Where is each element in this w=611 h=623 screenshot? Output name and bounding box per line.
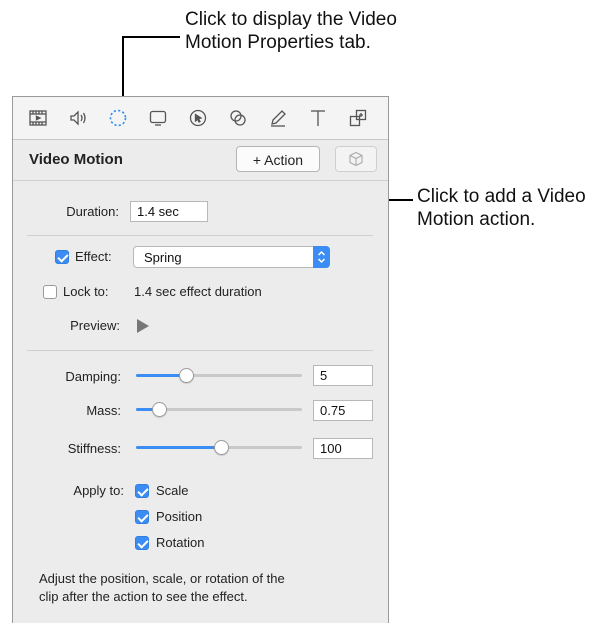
apply-to-label: Apply to: bbox=[73, 483, 124, 498]
mass-label: Mass: bbox=[86, 403, 121, 418]
help-note-line2: clip after the action to see the effect. bbox=[39, 589, 248, 604]
add-action-button[interactable]: + Action bbox=[236, 146, 320, 172]
help-note: Adjust the position, scale, or rotation … bbox=[39, 570, 359, 606]
slider-knob[interactable] bbox=[152, 402, 168, 417]
slider-knob[interactable] bbox=[213, 440, 229, 455]
preview-label: Preview: bbox=[70, 318, 120, 333]
annotation-icon[interactable] bbox=[267, 107, 289, 129]
callout-line-top-vertical bbox=[122, 36, 124, 100]
rotation-checkbox[interactable] bbox=[135, 536, 149, 550]
panel-header: Video Motion + Action bbox=[13, 140, 388, 181]
callout-properties-tab: Click to display the Video Motion Proper… bbox=[185, 8, 485, 54]
damping-field[interactable]: 5 bbox=[313, 365, 373, 386]
lock-to-checkbox[interactable] bbox=[43, 285, 57, 299]
duration-label: Duration: bbox=[66, 204, 119, 219]
cube-button[interactable] bbox=[335, 146, 377, 172]
position-checkbox[interactable] bbox=[135, 510, 149, 524]
damping-label: Damping: bbox=[65, 369, 121, 384]
divider bbox=[27, 350, 373, 351]
effect-select-value: Spring bbox=[144, 250, 182, 265]
behaviors-icon[interactable] bbox=[347, 107, 369, 129]
mass-slider[interactable] bbox=[136, 401, 302, 419]
visual-effects-icon[interactable] bbox=[227, 107, 249, 129]
cursor-icon[interactable] bbox=[187, 107, 209, 129]
properties-toolbar bbox=[13, 97, 388, 140]
scale-checkbox[interactable] bbox=[135, 484, 149, 498]
divider bbox=[27, 235, 373, 236]
lock-to-label: Lock to: bbox=[63, 284, 109, 299]
callout-top-line1: Click to display the Video bbox=[185, 9, 397, 30]
video-motion-icon[interactable] bbox=[107, 107, 129, 129]
video-motion-inspector: Video Motion + Action Duration: 1.4 sec … bbox=[12, 96, 389, 623]
callout-right-line1: Click to add a Video bbox=[417, 186, 586, 207]
cube-icon bbox=[349, 151, 363, 167]
effect-label: Effect: bbox=[75, 249, 112, 264]
position-label: Position bbox=[156, 509, 203, 524]
callout-icon[interactable] bbox=[147, 107, 169, 129]
duration-field[interactable]: 1.4 sec bbox=[130, 201, 208, 222]
stiffness-slider[interactable] bbox=[136, 439, 302, 457]
select-arrows-icon bbox=[313, 246, 330, 268]
mass-field[interactable]: 0.75 bbox=[313, 400, 373, 421]
slider-fill bbox=[136, 446, 221, 449]
effect-select[interactable]: Spring bbox=[133, 246, 330, 268]
lock-to-text: 1.4 sec effect duration bbox=[134, 284, 262, 299]
slider-knob[interactable] bbox=[178, 368, 194, 383]
scale-label: Scale bbox=[156, 483, 189, 498]
help-note-line1: Adjust the position, scale, or rotation … bbox=[39, 571, 285, 586]
panel-title: Video Motion bbox=[29, 151, 123, 168]
callout-line-top-horizontal bbox=[122, 36, 180, 38]
damping-slider[interactable] bbox=[136, 367, 302, 385]
callout-right-line2: Motion action. bbox=[417, 209, 536, 230]
stiffness-label: Stiffness: bbox=[67, 441, 121, 456]
audio-icon[interactable] bbox=[67, 107, 89, 129]
stiffness-field[interactable]: 100 bbox=[313, 438, 373, 459]
callout-top-line2: Motion Properties tab. bbox=[185, 32, 371, 53]
play-icon[interactable] bbox=[137, 319, 149, 333]
video-icon[interactable] bbox=[27, 107, 49, 129]
text-icon[interactable] bbox=[307, 107, 329, 129]
callout-add-action: Click to add a Video Motion action. bbox=[417, 185, 611, 231]
rotation-label: Rotation bbox=[156, 535, 205, 550]
effect-checkbox[interactable] bbox=[55, 250, 69, 264]
